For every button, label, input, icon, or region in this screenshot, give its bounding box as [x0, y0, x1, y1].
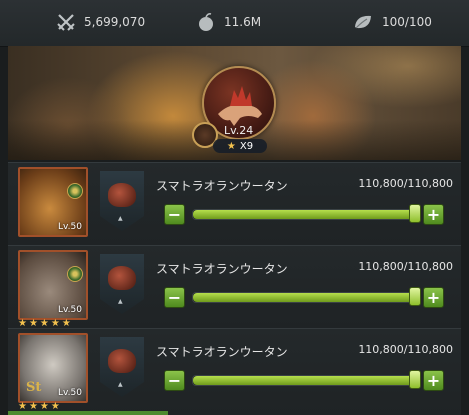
crossed-swords-icon	[57, 14, 75, 31]
troop-slider-handle[interactable]	[409, 204, 421, 223]
troop-shield: ▲	[100, 254, 144, 314]
troop-slider-handle[interactable]	[409, 287, 421, 306]
commander-level: Lv.50	[58, 222, 82, 232]
increase-button[interactable]: +	[423, 204, 444, 225]
troop-shield: ▲	[100, 337, 144, 397]
troop-name: スマトラオランウータン	[156, 262, 288, 276]
rank-icon: ▲	[118, 381, 123, 388]
troop-slider-track[interactable]	[192, 209, 414, 220]
food-resource: 11.6M	[196, 12, 261, 32]
decrease-button[interactable]: −	[164, 287, 185, 308]
resource-bar: 5,699,070 11.6M 100/100	[0, 0, 469, 47]
troop-count: 110,800/110,800	[358, 260, 453, 273]
troop-shield: ▲	[100, 171, 144, 231]
troop-count: 110,800/110,800	[358, 343, 453, 356]
orangutan-icon	[108, 266, 136, 290]
troop-row: Lv.50 ★★★★★ ▲ スマトラオランウータン 110,800/110,80…	[8, 245, 461, 329]
commander-level: Lv.50	[58, 388, 82, 398]
increase-button[interactable]: +	[423, 287, 444, 308]
troop-slider-fill	[193, 376, 413, 385]
rank-icon: ▲	[118, 215, 123, 222]
troop-name: スマトラオランウータン	[156, 345, 288, 359]
stamina-resource: 100/100	[352, 12, 432, 32]
section-divider	[8, 411, 168, 415]
troop-slider-fill	[193, 210, 413, 219]
power-resource: 5,699,070	[56, 12, 145, 32]
orangutan-icon	[108, 183, 136, 207]
gem-icon	[67, 183, 83, 199]
troop-count: 110,800/110,800	[358, 177, 453, 190]
food-value: 11.6M	[224, 15, 262, 29]
commander-level: Lv.50	[58, 305, 82, 315]
stamina-value: 100/100	[382, 15, 432, 29]
leaf-icon	[355, 15, 371, 29]
troop-slider-track[interactable]	[192, 292, 414, 303]
troop-slider-track[interactable]	[192, 375, 414, 386]
troop-row: St Lv.50 ★★★★ ▲ スマトラオランウータン 110,800/110,…	[8, 328, 461, 415]
troop-slider-fill	[193, 293, 413, 302]
troop-name: スマトラオランウータン	[156, 179, 288, 193]
commander-portrait[interactable]: Lv.50	[18, 250, 88, 320]
gem-icon	[67, 266, 83, 282]
power-value: 5,699,070	[84, 15, 146, 29]
increase-button[interactable]: +	[423, 370, 444, 391]
rank-icon: ▲	[118, 298, 123, 305]
star-icon: ★	[226, 140, 236, 152]
rank-mark: St	[26, 380, 42, 395]
orangutan-icon	[108, 349, 136, 373]
commander-portrait[interactable]: Lv.50	[18, 167, 88, 237]
troop-slider-handle[interactable]	[409, 370, 421, 389]
decrease-button[interactable]: −	[164, 204, 185, 225]
hero-level: Lv.24	[224, 124, 254, 137]
hero-star-count: ★ X9	[213, 139, 267, 153]
troop-row: Lv.50 ▲ スマトラオランウータン 110,800/110,800 − +	[8, 162, 461, 245]
hero-star-value: X9	[239, 140, 254, 152]
commander-portrait[interactable]: St Lv.50	[18, 333, 88, 403]
apple-icon	[199, 13, 213, 31]
decrease-button[interactable]: −	[164, 370, 185, 391]
